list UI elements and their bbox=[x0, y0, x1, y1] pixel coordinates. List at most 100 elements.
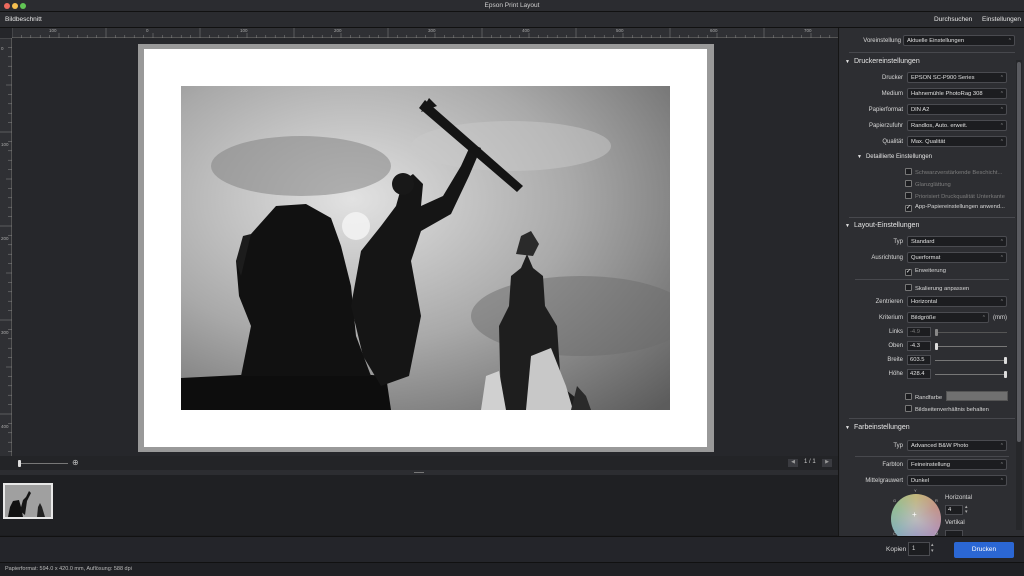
border-color-swatch[interactable] bbox=[946, 391, 1008, 401]
copies-stepper[interactable]: ▴ ▾ bbox=[931, 542, 934, 554]
expansion-checkbox[interactable]: ✓ Erweiterung bbox=[905, 268, 946, 276]
left-slider-thumb[interactable] bbox=[935, 329, 938, 336]
chevron-down-icon: ⌃ bbox=[1007, 38, 1012, 44]
layout-settings-header[interactable]: ▼ Layout-Einstellungen bbox=[845, 222, 919, 229]
ruler-label: 200 bbox=[334, 28, 342, 33]
tone-value: Feineinstellung bbox=[911, 462, 950, 468]
next-page-button[interactable]: ▶ bbox=[822, 459, 832, 467]
horizontal-input[interactable]: 4 bbox=[945, 505, 963, 515]
wheel-label-g: G bbox=[893, 498, 897, 503]
height-input[interactable]: 428.4 bbox=[907, 369, 931, 379]
top-slider-thumb[interactable] bbox=[935, 343, 938, 350]
checkbox-box bbox=[905, 192, 912, 199]
top-slider-track[interactable] bbox=[935, 346, 1007, 347]
zoom-in-icon[interactable]: ⊕ bbox=[72, 458, 79, 467]
left-slider-track[interactable] bbox=[935, 332, 1007, 333]
mid-gray-label: Mittelgrauwert bbox=[865, 478, 903, 484]
prev-page-button[interactable]: ◀ bbox=[788, 459, 798, 467]
section-title: Detaillierte Einstellungen bbox=[865, 154, 932, 160]
horizontal-label: Horizontal bbox=[945, 495, 973, 501]
media-label: Medium bbox=[881, 91, 903, 97]
top-input[interactable]: -4.3 bbox=[907, 341, 931, 351]
chevron-down-icon: ⌃ bbox=[999, 107, 1004, 113]
checkbox-label: Priorisiert Druckqualität Unterkante bbox=[915, 194, 1005, 200]
browse-menu[interactable]: Durchsuchen bbox=[934, 16, 972, 23]
section-title: Druckereinstellungen bbox=[853, 58, 920, 65]
settings-menu[interactable]: Einstellungen bbox=[982, 16, 1021, 23]
criterion-value: Bildgröße bbox=[911, 315, 936, 321]
checkbox-box bbox=[905, 168, 912, 175]
height-slider-track[interactable] bbox=[935, 374, 1007, 375]
chevron-down-icon: ⌃ bbox=[999, 75, 1004, 81]
tone-label: Farbton bbox=[882, 462, 903, 468]
tone-select[interactable]: Feineinstellung ⌃ bbox=[907, 459, 1007, 470]
printer-select[interactable]: EPSON SC-P900 Series ⌃ bbox=[907, 72, 1007, 83]
center-select[interactable]: Horizontal ⌃ bbox=[907, 296, 1007, 307]
checkbox-box bbox=[905, 405, 912, 412]
chevron-down-icon: ⌃ bbox=[999, 478, 1004, 484]
fit-scale-checkbox[interactable]: Skalierung anpassen bbox=[905, 284, 969, 292]
statue-photo-image bbox=[181, 86, 670, 410]
divider bbox=[855, 279, 1009, 280]
center-value: Horizontal bbox=[911, 299, 938, 305]
criterion-select[interactable]: Bildgröße ⌃ bbox=[907, 312, 989, 323]
media-select[interactable]: Hahnemühle PhotoRag 308 ⌃ bbox=[907, 88, 1007, 99]
divider bbox=[849, 418, 1015, 419]
zoom-bar: ⊕ ◀ 1 / 1 ▶ bbox=[0, 456, 838, 470]
mid-gray-select[interactable]: Dunkel ⌃ bbox=[907, 475, 1007, 486]
color-wheel[interactable]: + bbox=[891, 494, 941, 536]
printer-value: EPSON SC-P900 Series bbox=[911, 75, 975, 81]
printer-settings-header[interactable]: ▼ Druckereinstellungen bbox=[845, 58, 920, 65]
toolbar: Bildbeschnitt Durchsuchen Einstellungen bbox=[0, 12, 1024, 28]
zoom-slider-thumb[interactable] bbox=[18, 460, 21, 467]
horizontal-stepper[interactable]: ▴ ▾ bbox=[965, 505, 968, 515]
paper-feed-select[interactable]: Randlos, Auto. erweit. ⌃ bbox=[907, 120, 1007, 131]
panel-scrollbar-thumb[interactable] bbox=[1017, 62, 1021, 442]
page-indicator: 1 / 1 bbox=[804, 459, 816, 465]
photo-preview[interactable] bbox=[181, 86, 670, 410]
border-color-checkbox[interactable]: Randfarbe bbox=[905, 393, 942, 401]
paper-size-select[interactable]: DIN A2 ⌃ bbox=[907, 104, 1007, 115]
wheel-label-r: R bbox=[935, 498, 938, 503]
ruler-left: 0 100 200 300 400 bbox=[0, 38, 12, 456]
disclosure-icon: ▼ bbox=[845, 425, 850, 431]
zoom-slider-track[interactable] bbox=[18, 463, 68, 464]
app-paper-settings-checkbox[interactable]: ✓ App-Papiereinstellungen anwend... bbox=[905, 204, 1005, 212]
checkbox-box bbox=[905, 393, 912, 400]
disclosure-icon: ▼ bbox=[845, 59, 850, 65]
width-slider-track[interactable] bbox=[935, 360, 1007, 361]
paper-feed-value: Randlos, Auto. erweit. bbox=[911, 123, 968, 129]
chevron-down-icon: ⌃ bbox=[999, 443, 1004, 449]
copies-input[interactable]: 1 bbox=[908, 542, 930, 556]
color-type-value: Advanced B&W Photo bbox=[911, 443, 969, 449]
layout-type-select[interactable]: Standard ⌃ bbox=[907, 236, 1007, 247]
preset-select[interactable]: Aktuelle Einstellungen ⌃ bbox=[903, 35, 1015, 46]
detailed-settings-header[interactable]: ▼ Detaillierte Einstellungen bbox=[857, 154, 932, 160]
left-input[interactable]: -4.9 bbox=[907, 327, 931, 337]
copies-label: Kopien bbox=[886, 546, 907, 553]
black-enhance-checkbox[interactable]: Schwarzverstärkende Beschicht... bbox=[905, 168, 1002, 176]
crop-menu[interactable]: Bildbeschnitt bbox=[5, 16, 42, 23]
keep-ratio-checkbox[interactable]: Bildseitenverhältnis behalten bbox=[905, 405, 989, 413]
quality-select[interactable]: Max. Qualität ⌃ bbox=[907, 136, 1007, 147]
left-label: Links bbox=[888, 329, 903, 335]
preset-label: Voreinstellung bbox=[863, 38, 901, 44]
ruler-label: 200 bbox=[1, 236, 9, 241]
bottom-quality-checkbox[interactable]: Priorisiert Druckqualität Unterkante bbox=[905, 192, 1005, 200]
color-settings-header[interactable]: ▼ Farbeinstellungen bbox=[845, 424, 910, 431]
color-type-select[interactable]: Advanced B&W Photo ⌃ bbox=[907, 440, 1007, 451]
checkbox-label: App-Papiereinstellungen anwend... bbox=[915, 204, 1005, 210]
ruler-label: 100 bbox=[240, 28, 248, 33]
width-slider-thumb[interactable] bbox=[1004, 357, 1007, 364]
layout-type-value: Standard bbox=[911, 239, 935, 245]
image-thumbnail[interactable] bbox=[3, 483, 53, 519]
gloss-checkbox[interactable]: Glanzglättung bbox=[905, 180, 951, 188]
print-button[interactable]: Drucken bbox=[954, 542, 1014, 558]
orientation-select[interactable]: Querformat ⌃ bbox=[907, 252, 1007, 263]
height-slider-thumb[interactable] bbox=[1004, 371, 1007, 378]
divider bbox=[849, 52, 1015, 53]
width-input[interactable]: 603.5 bbox=[907, 355, 931, 365]
paper-size-label: Papierformat bbox=[868, 107, 903, 113]
ruler-label: 500 bbox=[616, 28, 624, 33]
unit-label: (mm) bbox=[993, 315, 1007, 321]
